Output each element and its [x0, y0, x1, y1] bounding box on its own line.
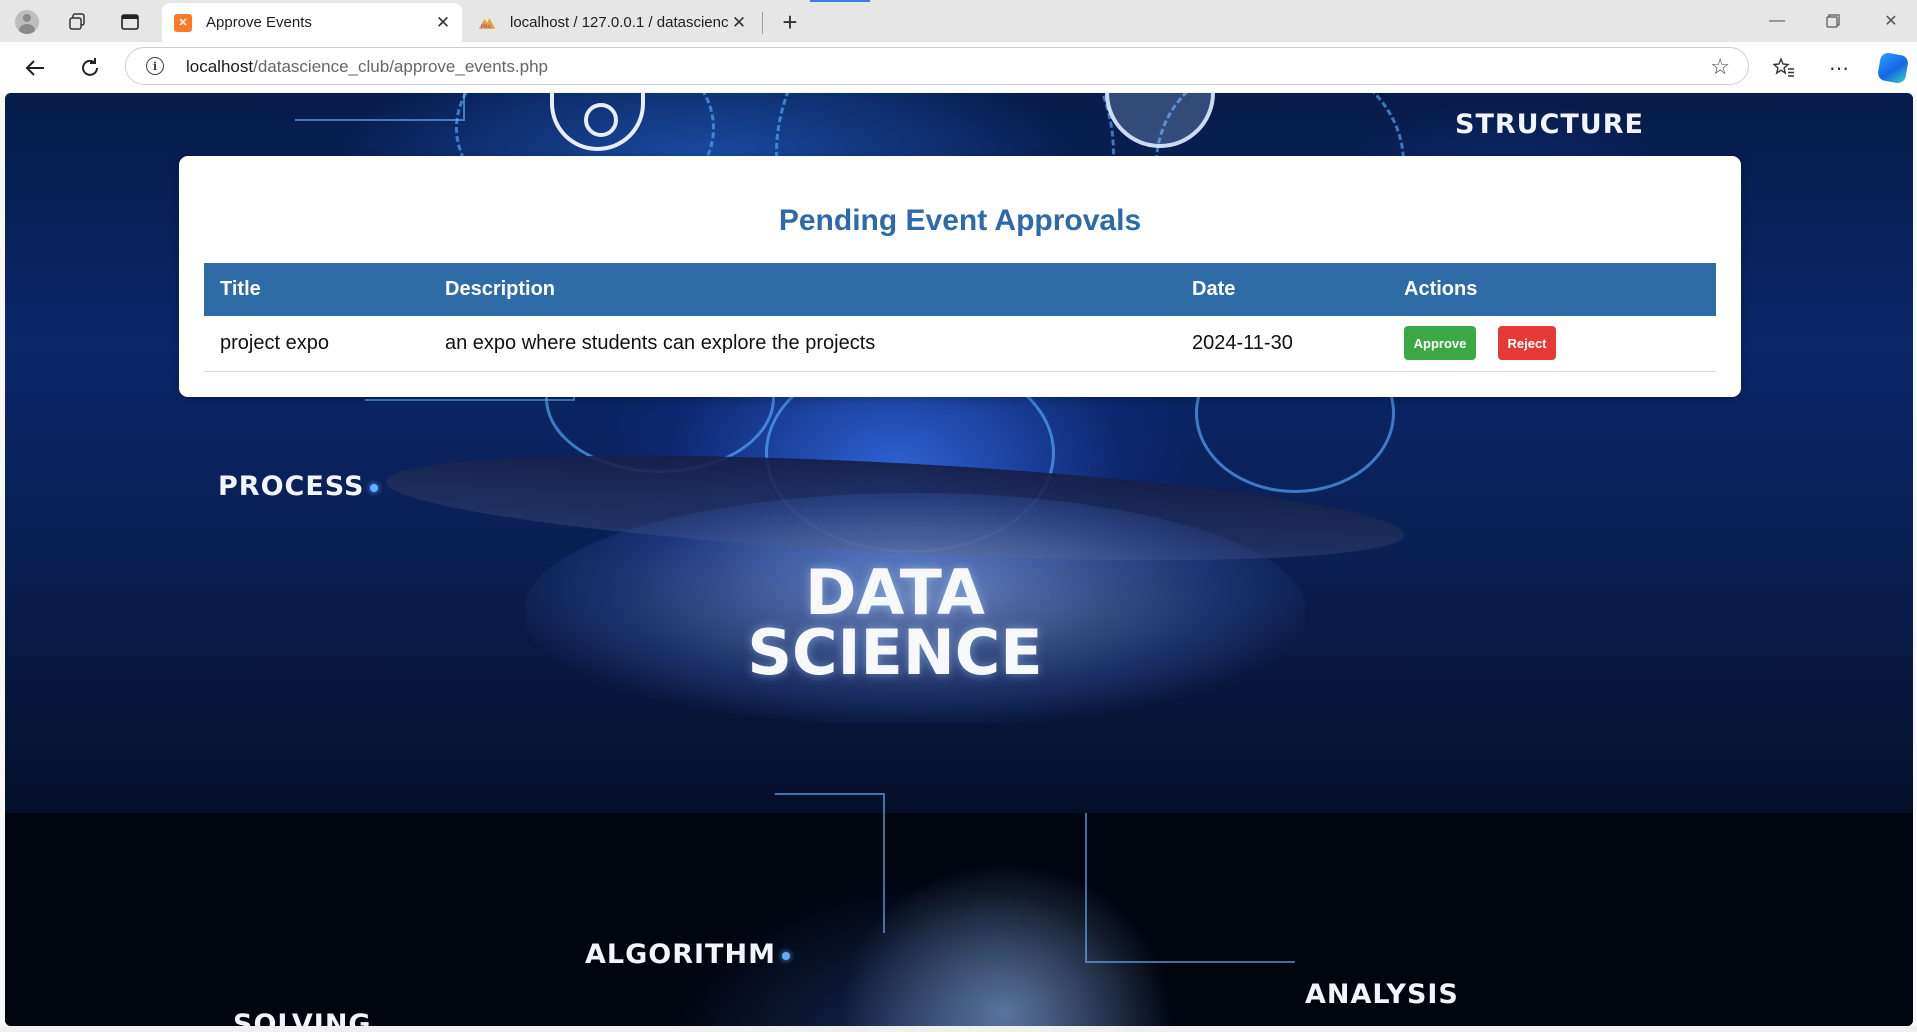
tab-approve-events[interactable]: ✕ Approve Events ✕	[162, 3, 462, 42]
close-window-icon[interactable]: ✕	[1868, 4, 1914, 38]
tab-phpmyadmin[interactable]: PMA localhost / 127.0.0.1 / datascience …	[466, 3, 758, 42]
table-header-row: Title Description Date Actions	[204, 263, 1716, 316]
tab-drag-indicator	[810, 0, 870, 2]
address-bar[interactable]: i localhost/datascience_club/approve_eve…	[125, 47, 1749, 85]
column-header-actions: Actions	[1388, 263, 1716, 316]
xampp-icon: ✕	[174, 13, 192, 32]
svg-text:PMA: PMA	[480, 24, 491, 30]
favorite-star-icon[interactable]: ☆	[1710, 54, 1730, 80]
browser-toolbar: i localhost/datascience_club/approve_eve…	[0, 42, 1917, 92]
approve-button[interactable]: Approve	[1404, 326, 1476, 361]
events-table: Title Description Date Actions project e…	[204, 263, 1716, 372]
circuit-line	[775, 793, 885, 933]
back-arrow-icon[interactable]	[17, 50, 53, 86]
site-info-icon[interactable]: i	[146, 57, 164, 75]
tab-title: Approve Events	[206, 14, 312, 31]
tab-title: localhost / 127.0.0.1 / datascience	[510, 14, 728, 31]
background-word-analysis: ANALYSIS	[1305, 979, 1459, 1010]
event-date: 2024-11-30	[1176, 316, 1388, 372]
workspaces-icon[interactable]	[57, 8, 97, 36]
profile-avatar-icon[interactable]	[7, 8, 47, 36]
url-path: /datascience_club/approve_events.php	[253, 57, 548, 76]
background-word-solving: SOLVING	[233, 1009, 372, 1026]
copilot-icon[interactable]	[1875, 50, 1911, 86]
minimize-icon[interactable]: —	[1754, 4, 1800, 38]
vertical-tabs-icon[interactable]	[110, 8, 150, 36]
circuit-line	[1085, 813, 1295, 963]
refresh-icon[interactable]	[72, 50, 108, 86]
more-options-icon[interactable]: ⋯	[1821, 50, 1857, 86]
url-host: localhost	[186, 57, 254, 76]
circuit-line	[295, 93, 465, 121]
column-header-title: Title	[204, 263, 429, 316]
tab-separator	[762, 12, 763, 34]
close-tab-icon[interactable]: ✕	[432, 12, 454, 34]
approvals-card: Pending Event Approvals Title Descriptio…	[179, 156, 1741, 397]
restore-icon[interactable]	[1810, 4, 1856, 38]
event-description: an expo where students can explore the p…	[429, 316, 1176, 372]
background-image-lower	[5, 813, 1913, 1026]
url-text[interactable]: localhost/datascience_club/approve_event…	[186, 57, 548, 77]
page-title: Pending Event Approvals	[778, 204, 1142, 237]
table-row: project expo an expo where students can …	[204, 316, 1716, 372]
background-title: DATA SCIENCE	[705, 556, 1085, 689]
new-tab-button[interactable]: +	[774, 6, 806, 38]
background-word-structure: STRUCTURE	[1455, 109, 1644, 140]
browser-tab-bar: ✕ Approve Events ✕ PMA localhost / 127.0…	[0, 0, 1917, 42]
favorites-icon[interactable]	[1766, 50, 1802, 86]
background-title-line2: SCIENCE	[747, 616, 1043, 689]
event-actions: Approve Reject	[1388, 316, 1716, 372]
column-header-description: Description	[429, 263, 1176, 316]
phpmyadmin-icon: PMA	[478, 14, 496, 32]
background-word-process: PROCESS	[218, 471, 378, 502]
column-header-date: Date	[1176, 263, 1388, 316]
background-title-line1: DATA	[804, 556, 986, 629]
event-title: project expo	[204, 316, 429, 372]
close-tab-icon[interactable]: ✕	[728, 12, 750, 34]
reject-button[interactable]: Reject	[1498, 326, 1556, 361]
background-word-algorithm: ALGORITHM	[585, 939, 790, 970]
window-bottom-edge	[0, 1026, 1917, 1032]
